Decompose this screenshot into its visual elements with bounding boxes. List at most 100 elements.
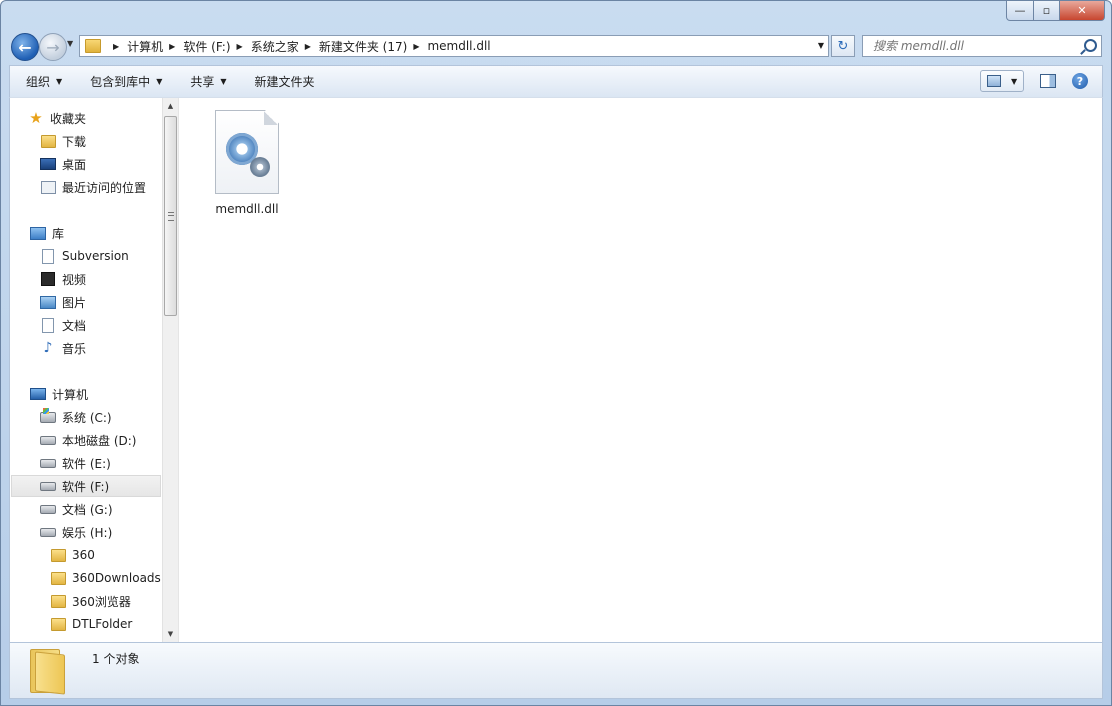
share-button[interactable]: 共享 ▼: [174, 66, 238, 97]
hard-drive-icon: [40, 435, 56, 445]
navigation-scrollbar[interactable]: ▲ ▼: [162, 98, 178, 642]
new-folder-label: 新建文件夹: [254, 75, 315, 89]
sidebar-item-folder-360[interactable]: 360: [50, 544, 95, 566]
sidebar-item-libraries[interactable]: 库: [30, 222, 64, 244]
star-icon: ★: [29, 109, 43, 127]
breadcrumb-item-computer[interactable]: 计算机: [127, 38, 163, 55]
search-input[interactable]: [871, 38, 1075, 54]
sidebar-item-label: 桌面: [62, 157, 87, 172]
downloads-folder-icon: [40, 134, 56, 148]
sidebar-item-label: 计算机: [52, 387, 89, 402]
address-history-dropdown-icon[interactable]: ▼: [818, 41, 824, 50]
sidebar-item-drive-e[interactable]: 软件 (E:): [40, 452, 111, 474]
sidebar-item-label: 收藏夹: [50, 111, 87, 126]
sidebar-item-folder-360browser[interactable]: 360浏览器: [50, 590, 131, 612]
new-folder-button[interactable]: 新建文件夹: [239, 66, 327, 97]
sidebar-item-label: 360: [72, 548, 95, 562]
sidebar-item-drive-f[interactable]: 软件 (F:): [11, 475, 161, 497]
sidebar-item-label: 软件 (E:): [62, 456, 111, 471]
sidebar-item-recent-places[interactable]: 最近访问的位置: [40, 176, 146, 198]
breadcrumb-separator-icon[interactable]: ▶: [113, 42, 119, 51]
folder-icon: [85, 39, 101, 53]
libraries-icon: [30, 226, 46, 240]
refresh-icon: ↻: [837, 38, 849, 54]
file-list: memdll.dll: [178, 98, 1103, 642]
view-icon: [987, 75, 1001, 87]
sidebar-item-label: 音乐: [62, 341, 87, 356]
organize-button[interactable]: 组织 ▼: [10, 66, 74, 97]
minimize-button[interactable]: —: [1006, 1, 1034, 21]
help-icon[interactable]: ?: [1072, 73, 1088, 89]
file-name: memdll.dll: [215, 202, 279, 216]
documents-library-icon: [42, 317, 54, 333]
breadcrumb-item-new-folder-17[interactable]: 新建文件夹 (17): [319, 38, 407, 55]
sidebar-item-music[interactable]: ♪ 音乐: [40, 337, 86, 359]
breadcrumb-separator-icon[interactable]: ▶: [169, 42, 175, 51]
hard-drive-icon: [40, 504, 56, 514]
window-controls: — ▫ ✕: [1006, 1, 1105, 21]
system-drive-icon: [40, 407, 56, 423]
recent-pages-dropdown-icon[interactable]: ▼: [67, 39, 73, 48]
sidebar-item-favorites[interactable]: ★ 收藏夹: [28, 107, 86, 129]
video-library-icon: [41, 272, 55, 286]
breadcrumb-item-memdll[interactable]: memdll.dll: [427, 39, 490, 53]
sidebar-item-label: 系统 (C:): [62, 410, 112, 425]
sidebar-item-drive-c[interactable]: 系统 (C:): [40, 406, 112, 428]
sidebar-item-label: 文档: [62, 318, 87, 333]
sidebar-item-videos[interactable]: 视频: [40, 268, 86, 290]
sidebar-item-desktop[interactable]: 桌面: [40, 153, 86, 175]
include-in-library-button[interactable]: 包含到库中 ▼: [74, 66, 174, 97]
include-in-library-label: 包含到库中: [90, 75, 151, 89]
breadcrumb-item-drive-f[interactable]: 软件 (F:): [183, 38, 230, 55]
breadcrumb-separator-icon[interactable]: ▶: [305, 42, 311, 51]
sidebar-item-label: 图片: [62, 295, 87, 310]
sidebar-item-label: 库: [52, 226, 65, 241]
sidebar-item-label: 下载: [62, 134, 87, 149]
share-label: 共享: [190, 75, 215, 89]
file-item[interactable]: memdll.dll: [209, 110, 285, 216]
chevron-down-icon[interactable]: ▼: [1011, 77, 1017, 86]
breadcrumb-item-xitongzhijia[interactable]: 系统之家: [251, 38, 299, 55]
sidebar-item-drive-d[interactable]: 本地磁盘 (D:): [40, 429, 136, 451]
item-count: 1 个对象: [92, 652, 140, 666]
hard-drive-icon: [40, 458, 56, 468]
sidebar-item-label: 文档 (G:): [62, 502, 113, 517]
breadcrumb-separator-icon[interactable]: ▶: [413, 42, 419, 51]
preview-pane-icon[interactable]: [1040, 74, 1056, 88]
sidebar-item-drive-g[interactable]: 文档 (G:): [40, 498, 113, 520]
scrollbar-thumb[interactable]: [164, 116, 177, 316]
maximize-button[interactable]: ▫: [1034, 1, 1060, 21]
sidebar-item-subversion[interactable]: Subversion: [40, 245, 129, 267]
subversion-library-icon: [42, 248, 54, 264]
sidebar-item-documents[interactable]: 文档: [40, 314, 86, 336]
forward-button[interactable]: →: [39, 33, 67, 61]
back-button[interactable]: ←: [11, 33, 39, 61]
sidebar-item-downloads[interactable]: 下载: [40, 130, 86, 152]
breadcrumb: ▶ 计算机 ▶ 软件 (F:) ▶ 系统之家 ▶ 新建文件夹 (17) ▶ me…: [107, 38, 491, 55]
sidebar-item-label: 360Downloads: [72, 571, 161, 585]
search-box[interactable]: [862, 35, 1102, 57]
sidebar-item-label: 视频: [62, 272, 87, 287]
music-note-icon: ♪: [43, 340, 53, 356]
desktop-icon: [40, 158, 56, 170]
scroll-down-icon[interactable]: ▼: [163, 626, 178, 642]
scroll-up-icon[interactable]: ▲: [163, 98, 178, 114]
breadcrumb-separator-icon[interactable]: ▶: [237, 42, 243, 51]
sidebar-item-label: DTLFolder: [72, 617, 133, 631]
sidebar-item-pictures[interactable]: 图片: [40, 291, 86, 313]
dll-gear-icon: [215, 110, 279, 194]
folder-icon: [50, 571, 66, 585]
back-arrow-icon: ←: [18, 37, 32, 57]
folder-icon: [50, 617, 66, 631]
sidebar-item-folder-dtlfolder[interactable]: DTLFolder: [50, 613, 132, 635]
address-bar[interactable]: ▶ 计算机 ▶ 软件 (F:) ▶ 系统之家 ▶ 新建文件夹 (17) ▶ me…: [79, 35, 829, 57]
sidebar-item-folder-360downloads[interactable]: 360Downloads: [50, 567, 161, 589]
sidebar-item-computer[interactable]: 计算机: [30, 383, 88, 405]
sidebar-item-drive-h[interactable]: 娱乐 (H:): [40, 521, 112, 543]
organize-label: 组织: [26, 75, 51, 89]
change-view-button[interactable]: ▼: [980, 70, 1024, 92]
search-icon[interactable]: [1084, 39, 1097, 52]
close-button[interactable]: ✕: [1060, 1, 1105, 21]
content-area: ★ 收藏夹 下载 桌面 最近访问的位置 库 Subversion 视频 图片 文档…: [9, 97, 1103, 643]
refresh-button[interactable]: ↻: [831, 35, 855, 57]
